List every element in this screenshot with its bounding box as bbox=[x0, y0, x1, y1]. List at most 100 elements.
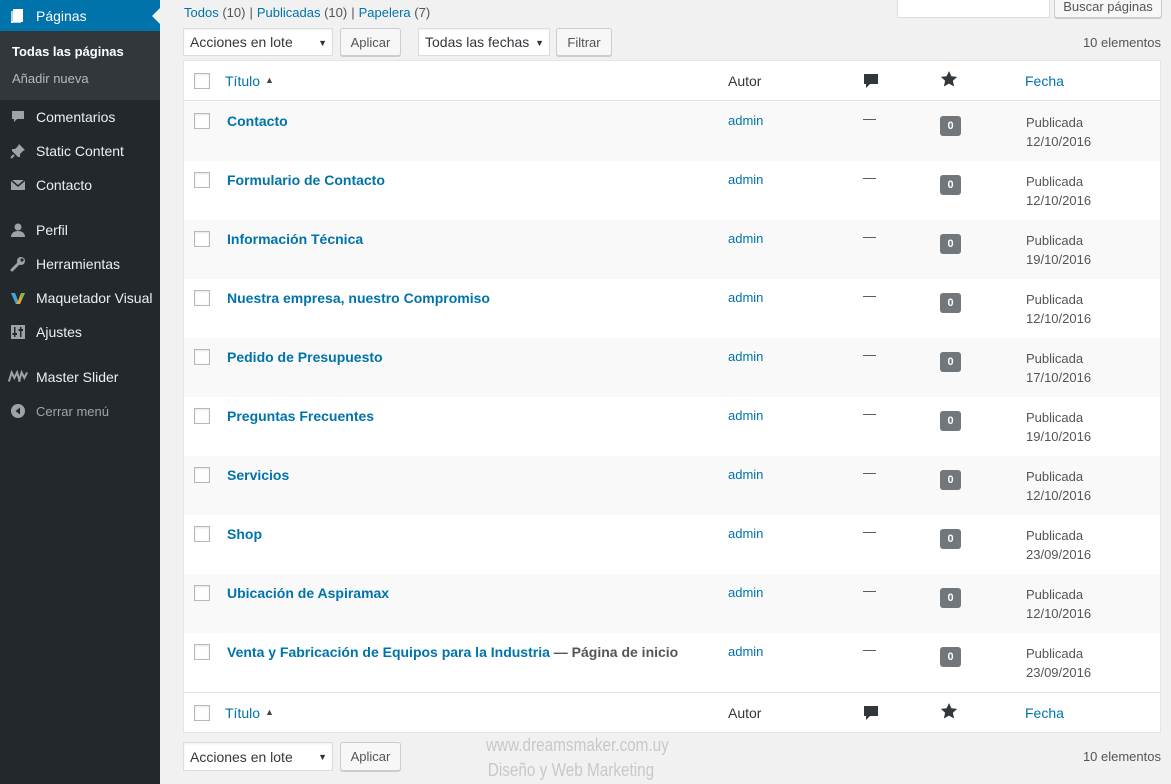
menu-item-label: Static Content bbox=[36, 143, 124, 159]
submenu-add-new[interactable]: Añadir nueva bbox=[12, 71, 89, 86]
row-title: Preguntas Frecuentes bbox=[227, 408, 374, 424]
bulk-actions-select-top[interactable]: Acciones en lote ▼ bbox=[183, 28, 333, 56]
pages-icon bbox=[10, 8, 26, 24]
comment-icon[interactable] bbox=[863, 72, 879, 93]
collapse-icon bbox=[8, 401, 28, 421]
menu-item-comments[interactable]: Comentarios bbox=[0, 102, 160, 132]
row-checkbox[interactable] bbox=[194, 526, 210, 542]
select-all-checkbox[interactable] bbox=[194, 73, 210, 89]
master-slider-icon bbox=[8, 367, 28, 387]
page-title-link[interactable]: Servicios bbox=[227, 467, 289, 483]
menu-item-pages[interactable]: Páginas bbox=[0, 0, 160, 31]
rating-count-badge: 0 bbox=[940, 588, 961, 608]
page-title-link[interactable]: Ubicación de Aspiramax bbox=[227, 585, 389, 601]
post-date: 12/10/2016 bbox=[1026, 488, 1092, 503]
page-title-link[interactable]: Contacto bbox=[227, 113, 288, 129]
select-all-checkbox-footer[interactable] bbox=[194, 705, 210, 721]
author-link[interactable]: admin bbox=[728, 526, 763, 541]
author-link[interactable]: admin bbox=[728, 113, 763, 128]
bulk-actions-select-bottom[interactable]: Acciones en lote ▼ bbox=[183, 742, 333, 771]
column-title-header[interactable]: Título bbox=[225, 73, 260, 89]
author-link[interactable]: admin bbox=[728, 231, 763, 246]
menu-item-master-slider[interactable]: Master Slider bbox=[0, 362, 160, 392]
view-all-count: (10) bbox=[222, 5, 246, 20]
admin-sidebar: Páginas Todas las páginas Añadir nueva C… bbox=[0, 0, 160, 784]
date-cell: Publicada 23/09/2016 bbox=[1026, 526, 1091, 564]
row-checkbox[interactable] bbox=[194, 113, 210, 129]
mail-icon bbox=[8, 175, 28, 195]
author-link[interactable]: admin bbox=[728, 585, 763, 600]
chevron-down-icon: ▼ bbox=[535, 38, 544, 48]
post-date: 12/10/2016 bbox=[1026, 606, 1092, 621]
page-title-link[interactable]: Pedido de Presupuesto bbox=[227, 349, 383, 365]
view-trash-link[interactable]: Papelera (7) bbox=[359, 5, 431, 20]
post-status: Publicada bbox=[1026, 115, 1084, 130]
column-date-header[interactable]: Fecha bbox=[1025, 73, 1064, 89]
submenu-all-pages[interactable]: Todas las páginas bbox=[12, 44, 124, 59]
page-title-link[interactable]: Shop bbox=[227, 526, 262, 542]
star-icon[interactable] bbox=[940, 702, 958, 723]
date-cell: Publicada 23/09/2016 bbox=[1026, 644, 1091, 682]
collapse-menu-button[interactable]: Cerrar menú bbox=[0, 396, 160, 426]
comments-none: — bbox=[863, 229, 876, 244]
row-checkbox[interactable] bbox=[194, 408, 210, 424]
page-title-link[interactable]: Preguntas Frecuentes bbox=[227, 408, 374, 424]
column-title-footer[interactable]: Título bbox=[225, 705, 260, 721]
search-input[interactable] bbox=[897, 0, 1050, 18]
date-filter-value: Todas las fechas bbox=[425, 34, 530, 50]
view-published-link[interactable]: Publicadas (10) bbox=[257, 5, 347, 20]
row-checkbox[interactable] bbox=[194, 290, 210, 306]
row-checkbox[interactable] bbox=[194, 585, 210, 601]
post-status: Publicada bbox=[1026, 174, 1084, 189]
menu-item-visual-builder[interactable]: Maquetador Visual bbox=[0, 283, 160, 313]
comment-icon[interactable] bbox=[863, 704, 879, 725]
author-link[interactable]: admin bbox=[728, 290, 763, 305]
date-filter-select[interactable]: Todas las fechas ▼ bbox=[418, 28, 550, 56]
page-title-link[interactable]: Nuestra empresa, nuestro Compromiso bbox=[227, 290, 490, 306]
post-date: 19/10/2016 bbox=[1026, 252, 1092, 267]
menu-item-static-content[interactable]: Static Content bbox=[0, 136, 160, 166]
row-checkbox[interactable] bbox=[194, 349, 210, 365]
page-title-link[interactable]: Formulario de Contacto bbox=[227, 172, 385, 188]
star-icon[interactable] bbox=[940, 70, 958, 91]
views-separator: | bbox=[249, 5, 253, 20]
column-date-footer[interactable]: Fecha bbox=[1025, 705, 1064, 721]
row-checkbox[interactable] bbox=[194, 231, 210, 247]
filter-button[interactable]: Filtrar bbox=[556, 28, 612, 56]
comments-none: — bbox=[863, 524, 876, 539]
menu-item-label: Comentarios bbox=[36, 109, 116, 125]
table-footer: Título ▲ Autor Fecha bbox=[184, 692, 1160, 732]
author-link[interactable]: admin bbox=[728, 467, 763, 482]
table-row: Venta y Fabricación de Equipos para la I… bbox=[184, 633, 1160, 692]
search-pages-button[interactable]: Buscar páginas bbox=[1054, 0, 1162, 18]
author-link[interactable]: admin bbox=[728, 408, 763, 423]
page-title-link[interactable]: Información Técnica bbox=[227, 231, 363, 247]
row-checkbox[interactable] bbox=[194, 644, 210, 660]
menu-item-profile[interactable]: Perfil bbox=[0, 215, 160, 245]
menu-item-settings[interactable]: Ajustes bbox=[0, 317, 160, 347]
table-row: Contacto admin — 0 Publicada 12/10/2016 bbox=[184, 102, 1160, 161]
row-title: Venta y Fabricación de Equipos para la I… bbox=[227, 644, 678, 660]
author-link[interactable]: admin bbox=[728, 349, 763, 364]
menu-item-tools[interactable]: Herramientas bbox=[0, 249, 160, 279]
apply-button-top[interactable]: Aplicar bbox=[340, 28, 401, 56]
author-link[interactable]: admin bbox=[728, 172, 763, 187]
apply-button-bottom[interactable]: Aplicar bbox=[340, 742, 401, 771]
menu-item-contact[interactable]: Contacto bbox=[0, 170, 160, 200]
comments-none: — bbox=[863, 583, 876, 598]
menu-item-label: Contacto bbox=[36, 177, 93, 193]
rating-count-badge: 0 bbox=[940, 293, 961, 313]
author-link[interactable]: admin bbox=[728, 644, 763, 659]
bulk-actions-value: Acciones en lote bbox=[190, 34, 293, 50]
visual-builder-icon bbox=[8, 288, 28, 308]
view-all-link[interactable]: Todos (10) bbox=[184, 5, 245, 20]
pin-icon bbox=[8, 141, 28, 161]
view-published-count: (10) bbox=[324, 5, 348, 20]
row-checkbox[interactable] bbox=[194, 172, 210, 188]
row-checkbox[interactable] bbox=[194, 467, 210, 483]
date-cell: Publicada 19/10/2016 bbox=[1026, 408, 1091, 446]
date-cell: Publicada 12/10/2016 bbox=[1026, 467, 1091, 505]
column-author-header: Autor bbox=[728, 73, 762, 89]
page-title-link[interactable]: Venta y Fabricación de Equipos para la I… bbox=[227, 644, 550, 660]
row-title: Formulario de Contacto bbox=[227, 172, 385, 188]
